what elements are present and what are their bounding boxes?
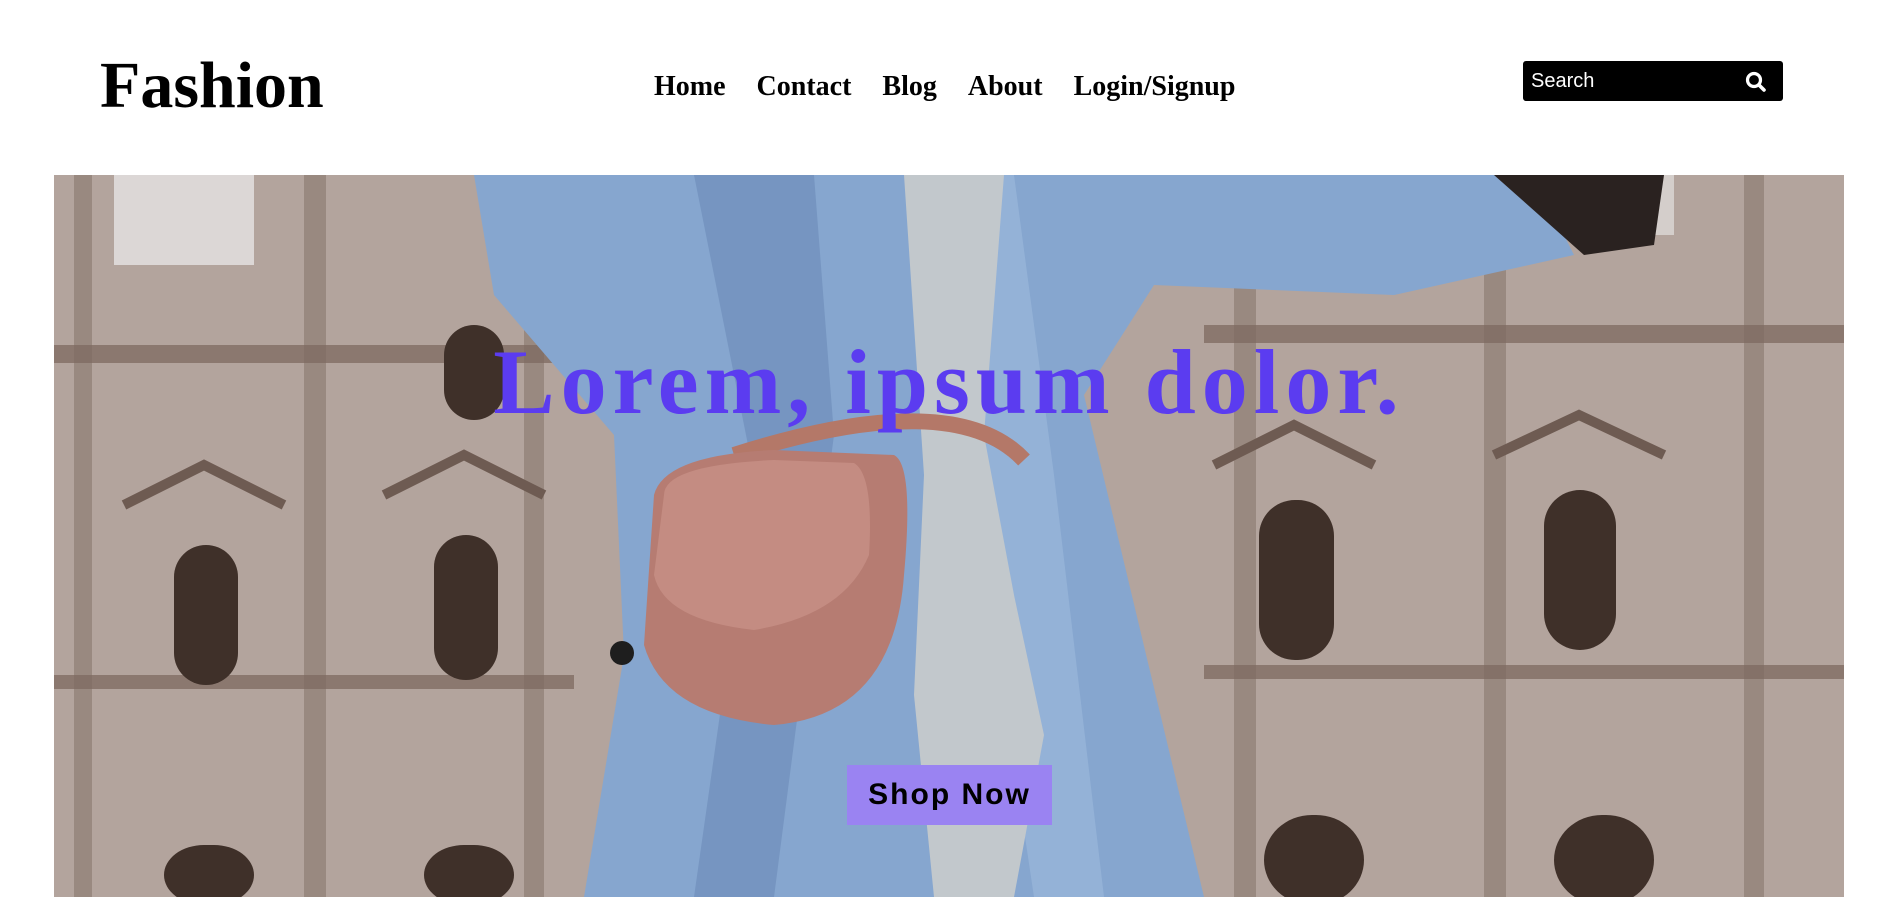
main-nav: Home Contact Blog About Login/Signup bbox=[654, 68, 1235, 106]
nav-link-blog[interactable]: Blog bbox=[882, 68, 936, 106]
search-icon[interactable] bbox=[1743, 69, 1769, 95]
hero-title: Lorem, ipsum dolor. bbox=[493, 331, 1405, 433]
hero-banner: Lorem, ipsum dolor. Shop Now bbox=[54, 175, 1844, 897]
nav-link-home[interactable]: Home bbox=[654, 68, 726, 106]
nav-link-login-signup[interactable]: Login/Signup bbox=[1074, 68, 1236, 106]
shop-now-button[interactable]: Shop Now bbox=[847, 765, 1052, 825]
site-header: Fashion Home Contact Blog About Login/Si… bbox=[0, 0, 1893, 175]
nav-link-contact[interactable]: Contact bbox=[757, 68, 852, 106]
nav-link-about[interactable]: About bbox=[968, 68, 1043, 106]
site-logo[interactable]: Fashion bbox=[100, 46, 324, 126]
search-box bbox=[1523, 61, 1783, 101]
search-input[interactable] bbox=[1523, 62, 1733, 100]
